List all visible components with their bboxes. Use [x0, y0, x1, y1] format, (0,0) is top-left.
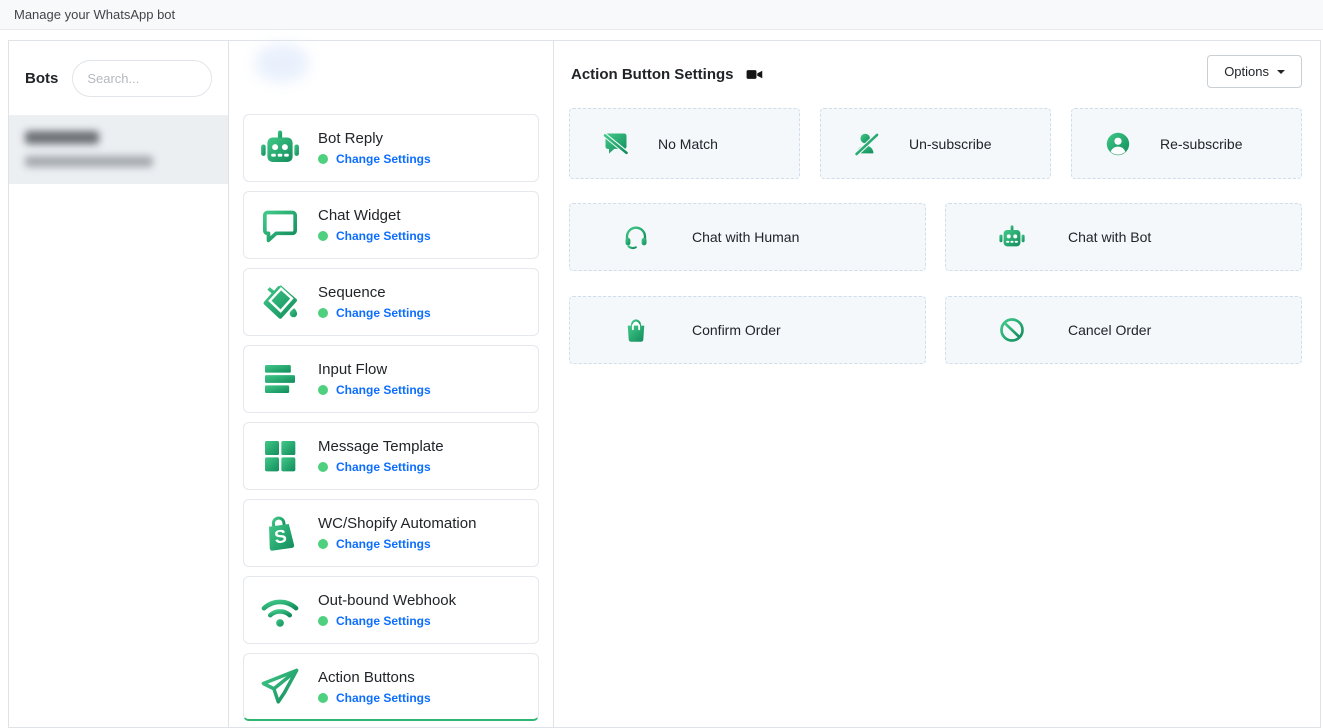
search-input[interactable] [72, 60, 212, 97]
module-title: Input Flow [318, 361, 431, 378]
caret-down-icon [1277, 70, 1285, 74]
change-settings-link[interactable]: Change Settings [336, 460, 431, 474]
status-dot [318, 539, 328, 549]
module-title: Bot Reply [318, 130, 431, 147]
workspace: Bots [8, 40, 1321, 728]
action-button-settings-panel: Action Button Settings Options [554, 41, 1320, 727]
module-title: Chat Widget [318, 207, 431, 224]
action-button-label: Confirm Order [692, 322, 781, 338]
input-bars-icon [257, 356, 303, 402]
action-button-label: Re-subscribe [1160, 136, 1242, 152]
module-card-wc-shopify[interactable]: S WC/Shopify Automation Change Settings [243, 499, 539, 567]
robot-icon [257, 125, 303, 171]
module-card-chat-widget[interactable]: Chat Widget Change Settings [243, 191, 539, 259]
robot-icon [998, 223, 1026, 251]
module-card-input-flow[interactable]: Input Flow Change Settings [243, 345, 539, 413]
change-settings-link[interactable]: Change Settings [336, 383, 431, 397]
status-dot [318, 231, 328, 241]
settings-title: Action Button Settings [571, 66, 733, 83]
page-title: Manage your WhatsApp bot [14, 7, 175, 22]
grid-icon [257, 433, 303, 479]
module-card-message-template[interactable]: Message Template Change Settings [243, 422, 539, 490]
user-circle-icon [1104, 130, 1132, 158]
status-dot [318, 462, 328, 472]
action-button-label: Cancel Order [1068, 322, 1151, 338]
ban-icon [998, 316, 1026, 344]
module-title: WC/Shopify Automation [318, 515, 476, 532]
status-dot [318, 308, 328, 318]
change-settings-link[interactable]: Change Settings [336, 537, 431, 551]
action-button-cancel-order[interactable]: Cancel Order [945, 296, 1302, 364]
headset-icon [622, 223, 650, 251]
modules-column: Bot Reply Change Settings Chat Widget [229, 41, 554, 727]
action-button-resubscribe[interactable]: Re-subscribe [1071, 108, 1302, 179]
action-button-label: Chat with Human [692, 229, 799, 245]
paper-plane-icon [257, 664, 303, 710]
action-button-unsubscribe[interactable]: Un-subscribe [820, 108, 1051, 179]
module-card-bot-reply[interactable]: Bot Reply Change Settings [243, 114, 539, 182]
module-title: Out-bound Webhook [318, 592, 456, 609]
settings-header: Action Button Settings Options [554, 41, 1320, 94]
module-card-action-buttons[interactable]: Action Buttons Change Settings [243, 653, 539, 721]
chat-slash-icon [602, 130, 630, 158]
options-button[interactable]: Options [1207, 55, 1302, 88]
module-title: Message Template [318, 438, 444, 455]
status-dot [318, 693, 328, 703]
shopify-bag-icon: S [257, 510, 303, 556]
module-card-outbound-webhook[interactable]: Out-bound Webhook Change Settings [243, 576, 539, 644]
module-title: Sequence [318, 284, 431, 301]
options-button-label: Options [1224, 64, 1269, 79]
action-button-confirm-order[interactable]: Confirm Order [569, 296, 926, 364]
status-dot [318, 616, 328, 626]
action-button-chat-with-human[interactable]: Chat with Human [569, 203, 926, 271]
module-card-sequence[interactable]: Sequence Change Settings [243, 268, 539, 336]
paint-bucket-icon [257, 279, 303, 325]
user-slash-icon [853, 130, 881, 158]
action-button-label: No Match [658, 136, 718, 152]
action-button-no-match[interactable]: No Match [569, 108, 800, 179]
action-button-label: Un-subscribe [909, 136, 991, 152]
bots-heading: Bots [25, 70, 58, 87]
change-settings-link[interactable]: Change Settings [336, 691, 431, 705]
action-button-label: Chat with Bot [1068, 229, 1151, 245]
redacted-bot-phone [25, 156, 153, 167]
video-camera-icon[interactable] [745, 65, 764, 84]
change-settings-link[interactable]: Change Settings [336, 152, 431, 166]
top-bar: Manage your WhatsApp bot [0, 0, 1323, 30]
shopping-bag-icon [622, 316, 650, 344]
chat-bubble-icon [257, 202, 303, 248]
change-settings-link[interactable]: Change Settings [336, 306, 431, 320]
change-settings-link[interactable]: Change Settings [336, 229, 431, 243]
status-dot [318, 385, 328, 395]
redacted-bot-name [25, 131, 99, 144]
bots-sidebar: Bots [9, 41, 229, 727]
wifi-icon [257, 587, 303, 633]
modules-list: Bot Reply Change Settings Chat Widget [229, 41, 553, 721]
bot-list-item-selected[interactable] [9, 116, 228, 184]
change-settings-link[interactable]: Change Settings [336, 614, 431, 628]
action-buttons-grid: No Match Un-subscribe [554, 108, 1320, 364]
action-button-chat-with-bot[interactable]: Chat with Bot [945, 203, 1302, 271]
bots-sidebar-header: Bots [9, 41, 228, 116]
status-dot [318, 154, 328, 164]
module-title: Action Buttons [318, 669, 431, 686]
redacted-avatar-blob [255, 44, 309, 82]
